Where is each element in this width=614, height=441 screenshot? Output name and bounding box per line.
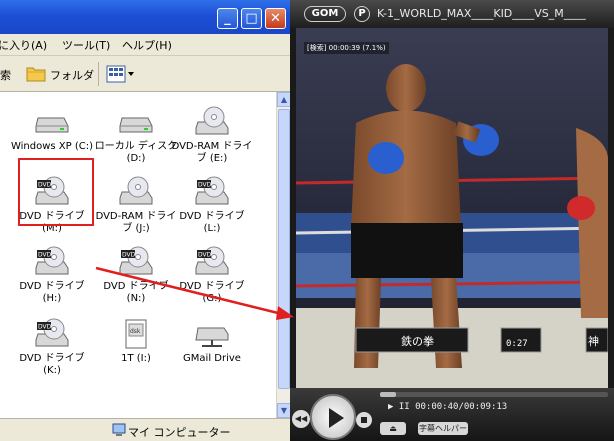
dvd-drive-icon: DVD: [170, 176, 254, 208]
drive-item[interactable]: DVD DVD ドライブ (N:): [94, 246, 178, 305]
dvd-drive-icon: DVD: [170, 246, 254, 278]
folders-button[interactable]: フォルダ: [50, 67, 94, 83]
menu-tools[interactable]: ツール(T): [62, 37, 110, 53]
drive-label: 1T (I:): [121, 353, 151, 364]
svg-text:DVD: DVD: [38, 252, 52, 259]
hard-drive-icon: [10, 106, 94, 138]
play-icon: [329, 408, 344, 428]
my-computer-icon: [112, 423, 126, 436]
drive-label: DVD-RAM ドライブ (E:): [171, 141, 253, 164]
play-button[interactable]: [310, 394, 356, 440]
folder-icon[interactable]: [26, 65, 46, 82]
drive-label: DVD ドライブ (H:): [19, 281, 85, 304]
drive-item[interactable]: dsk 1T (I:): [94, 318, 178, 365]
scroll-down-button[interactable]: ▼: [277, 403, 291, 418]
drive-item[interactable]: ローカル ディスク (D:): [94, 106, 178, 165]
dvd-ram-drive-icon: [94, 176, 178, 208]
player-controls: ◀◀ ▶ II 00:00:40/00:09:13 ⏏ 字幕ヘルパー: [290, 388, 614, 441]
maximize-button[interactable]: □: [241, 8, 262, 29]
video-frame: 鉄の拳 0:27 神: [296, 28, 608, 388]
network-drive-icon: [170, 318, 254, 350]
drive-item[interactable]: DVD-RAM ドライブ (J:): [94, 176, 178, 235]
menu-help[interactable]: ヘルプ(H): [122, 37, 172, 53]
scroll-up-button[interactable]: ▲: [277, 92, 291, 107]
svg-text:DVD: DVD: [198, 252, 212, 259]
disk-image-icon: dsk: [94, 318, 178, 350]
menu-bar: に入り(A) ツール(T) ヘルプ(H): [0, 34, 290, 85]
search-button[interactable]: 索: [0, 67, 11, 83]
drive-item[interactable]: DVD DVD ドライブ (K:): [10, 318, 94, 377]
svg-text:DVD: DVD: [122, 252, 136, 259]
drive-label: DVD ドライブ (G:): [179, 281, 245, 304]
drive-label: DVD ドライブ (K:): [19, 353, 85, 376]
drive-item[interactable]: DVD DVD ドライブ (H:): [10, 246, 94, 305]
drive-item[interactable]: DVD DVD ドライブ (L:): [170, 176, 254, 235]
drive-label: Windows XP (C:): [10, 141, 94, 152]
drive-item[interactable]: DVD-RAM ドライブ (E:): [170, 106, 254, 165]
drive-item[interactable]: DVD DVD ドライブ (G:): [170, 246, 254, 305]
svg-text:0:27: 0:27: [506, 339, 528, 349]
svg-text:神: 神: [588, 334, 599, 348]
dvd-drive-icon: DVD: [94, 246, 178, 278]
svg-text:DVD: DVD: [38, 324, 52, 331]
seek-bar-fill: [380, 392, 396, 397]
playback-osd: [検索] 00:00:39 (7.1%): [304, 42, 389, 54]
previous-button[interactable]: ◀◀: [292, 410, 310, 428]
drive-item[interactable]: GMail Drive: [170, 318, 254, 365]
video-display[interactable]: 鉄の拳 0:27 神 [検索] 00:00:39 (7.1%): [296, 28, 608, 388]
svg-text:鉄の拳: 鉄の拳: [401, 334, 434, 348]
player-logo[interactable]: GOM: [304, 6, 346, 22]
toolbar-separator: [98, 62, 99, 86]
hard-drive-icon: [94, 106, 178, 138]
media-player-window: GOM P K-1_WORLD_MAX____KID____VS_M____ 鉄…: [290, 0, 614, 441]
drive-label: DVD ドライブ (L:): [179, 211, 245, 234]
selected-drive-highlight: [18, 158, 94, 226]
close-button[interactable]: ✕: [265, 8, 286, 29]
player-p-button[interactable]: P: [354, 6, 370, 22]
eject-button[interactable]: ⏏: [380, 422, 406, 435]
seek-bar[interactable]: [380, 392, 608, 397]
dvd-ram-drive-icon: [170, 106, 254, 138]
minimize-button[interactable]: _: [217, 8, 238, 29]
stop-icon: [361, 417, 367, 423]
scroll-thumb[interactable]: [278, 109, 290, 389]
subtitle-helper-button[interactable]: 字幕ヘルパー: [418, 422, 468, 435]
svg-text:dsk: dsk: [130, 328, 141, 335]
drive-label: ローカル ディスク (D:): [94, 141, 178, 164]
video-title: K-1_WORLD_MAX____KID____VS_M____: [377, 7, 586, 20]
dvd-drive-icon: DVD: [10, 318, 94, 350]
menu-favorites[interactable]: に入り(A): [0, 37, 47, 53]
drive-label: DVD ドライブ (N:): [103, 281, 169, 304]
status-location: マイ コンピューター: [128, 426, 231, 439]
drive-label: DVD-RAM ドライブ (J:): [95, 211, 177, 234]
player-titlebar[interactable]: GOM P K-1_WORLD_MAX____KID____VS_M____: [290, 0, 614, 28]
stop-button[interactable]: [356, 412, 372, 428]
drive-item[interactable]: Windows XP (C:): [10, 106, 94, 153]
drive-label: GMail Drive: [183, 353, 241, 364]
status-bar: マイ コンピューター: [0, 418, 290, 441]
views-icon[interactable]: [106, 64, 136, 84]
time-display: ▶ II 00:00:40/00:09:13: [388, 402, 508, 412]
vertical-scrollbar[interactable]: ▲ ▼: [276, 92, 291, 418]
toolbar: 索 フォルダ: [0, 56, 290, 92]
explorer-titlebar[interactable]: _ □ ✕: [0, 0, 290, 34]
drive-list: Windows XP (C:) ローカル ディスク (D:) DVD-RAM ドライ…: [0, 92, 276, 418]
svg-text:DVD: DVD: [198, 182, 212, 189]
dvd-drive-icon: DVD: [10, 246, 94, 278]
